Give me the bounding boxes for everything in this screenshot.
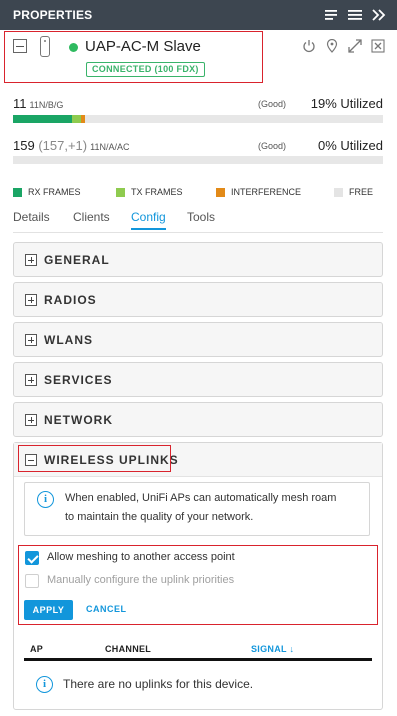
connection-status-badge: CONNECTED (100 FDX) (86, 62, 205, 77)
interference-segment (81, 115, 85, 123)
legend-free-label: FREE (349, 187, 374, 197)
radio-na-client-count: 159 (13, 138, 35, 153)
radio-ng-utilization: 19% Utilized (310, 96, 383, 111)
radio-na-count-wrap: 159 (157,+1) 11N/A/AC (13, 138, 129, 153)
mesh-info-line-1: When enabled, UniFi APs can automaticall… (65, 492, 337, 504)
radio-ng-client-count: 11 (13, 96, 27, 111)
allow-meshing-label: Allow meshing to another access point (47, 551, 235, 563)
legend-interference-label: INTERFERENCE (231, 187, 302, 197)
uplinks-table-header: AP CHANNEL SIGNAL ↓ (24, 637, 372, 661)
tab-details[interactable]: Details (13, 210, 50, 228)
expand-plus-icon (25, 334, 37, 346)
section-wlans-label: WLANS (44, 333, 93, 347)
expand-plus-icon (25, 294, 37, 306)
section-general-label: GENERAL (44, 253, 110, 267)
radio-na-row: 159 (157,+1) 11N/A/AC (Good) 0% Utilized (13, 137, 383, 155)
legend-rx-frames: RX FRAMES (13, 187, 81, 197)
radio-na-client-breakdown: (157,+1) (38, 138, 88, 153)
locate-pin-icon[interactable] (325, 39, 339, 53)
manual-priorities-label: Manually configure the uplink priorities (47, 574, 235, 586)
table-header-rule (24, 658, 372, 661)
properties-titlebar: PROPERTIES (0, 0, 397, 30)
section-network[interactable]: NETWORK (13, 402, 383, 437)
mesh-info-line-2: to maintain the quality of your network. (65, 511, 254, 523)
section-radios[interactable]: RADIOS (13, 282, 383, 317)
expand-icon[interactable] (348, 39, 362, 53)
column-ap[interactable]: AP (30, 644, 43, 654)
access-point-icon (40, 36, 50, 57)
section-general[interactable]: GENERAL (13, 242, 383, 277)
radio-ng-quality: (Good) (258, 99, 287, 109)
section-radios-label: RADIOS (44, 293, 97, 307)
legend-rx-label: RX FRAMES (28, 187, 81, 197)
info-icon: i (37, 491, 54, 508)
empty-info-icon: i (36, 676, 53, 693)
section-network-label: NETWORK (44, 413, 113, 427)
section-wlans[interactable]: WLANS (13, 322, 383, 357)
collapse-device-button[interactable] (13, 39, 27, 53)
tab-tools[interactable]: Tools (187, 210, 215, 228)
legend-tx-frames: TX FRAMES (116, 187, 183, 197)
column-signal-sorted[interactable]: SIGNAL ↓ (251, 644, 294, 654)
double-chevron-right-icon[interactable] (371, 7, 387, 23)
legend-tx-label: TX FRAMES (131, 187, 183, 197)
filter-lines-icon[interactable] (323, 7, 339, 23)
legend-tx-swatch (116, 187, 125, 197)
radio-na-utilization: 0% Utilized (317, 138, 383, 153)
tabs-divider (13, 232, 383, 233)
expand-plus-icon (25, 254, 37, 266)
wireless-uplinks-highlight-box (18, 445, 171, 472)
radio-ng-utilization-bar (13, 115, 383, 123)
titlebar-actions (323, 7, 387, 23)
panel-title: PROPERTIES (13, 8, 93, 22)
rx-segment (13, 115, 72, 123)
tab-clients[interactable]: Clients (73, 210, 110, 228)
section-services-label: SERVICES (44, 373, 113, 387)
utilization-legend: RX FRAMES TX FRAMES INTERFERENCE FREE (13, 187, 385, 199)
legend-free: FREE (334, 187, 373, 197)
cancel-button[interactable]: CANCEL (86, 604, 127, 614)
allow-meshing-checkbox[interactable] (25, 551, 39, 565)
close-icon[interactable] (371, 39, 385, 53)
device-actions (302, 39, 385, 53)
device-name: UAP-AC-M Slave (85, 38, 201, 55)
apply-button[interactable]: APPLY (24, 600, 73, 620)
expand-plus-icon (25, 414, 37, 426)
device-header: UAP-AC-M Slave CONNECTED (100 FDX) (0, 30, 397, 84)
manual-priorities-checkbox[interactable] (25, 574, 39, 588)
expand-plus-icon (25, 374, 37, 386)
status-dot (69, 43, 78, 52)
empty-uplinks-message: There are no uplinks for this device. (63, 677, 254, 691)
radio-ng-count-wrap: 11 11N/B/G (13, 96, 63, 111)
legend-rx-swatch (13, 187, 22, 197)
power-restart-icon[interactable] (302, 39, 316, 53)
section-services[interactable]: SERVICES (13, 362, 383, 397)
legend-interference: INTERFERENCE (216, 187, 301, 197)
radio-ng-band: 11N/B/G (29, 100, 64, 110)
mesh-info-box: i When enabled, UniFi APs can automatica… (24, 482, 370, 536)
radio-na-quality: (Good) (258, 141, 287, 151)
radio-na-band: 11N/A/AC (90, 142, 130, 152)
tab-config[interactable]: Config (131, 210, 166, 230)
legend-free-swatch (334, 187, 343, 197)
column-channel[interactable]: CHANNEL (105, 644, 151, 654)
legend-interference-swatch (216, 187, 225, 197)
radio-na-utilization-bar (13, 156, 383, 164)
radio-ng-row: 11 11N/B/G (Good) 19% Utilized (13, 95, 383, 113)
hamburger-menu-icon[interactable] (347, 7, 363, 23)
tx-segment (72, 115, 81, 123)
